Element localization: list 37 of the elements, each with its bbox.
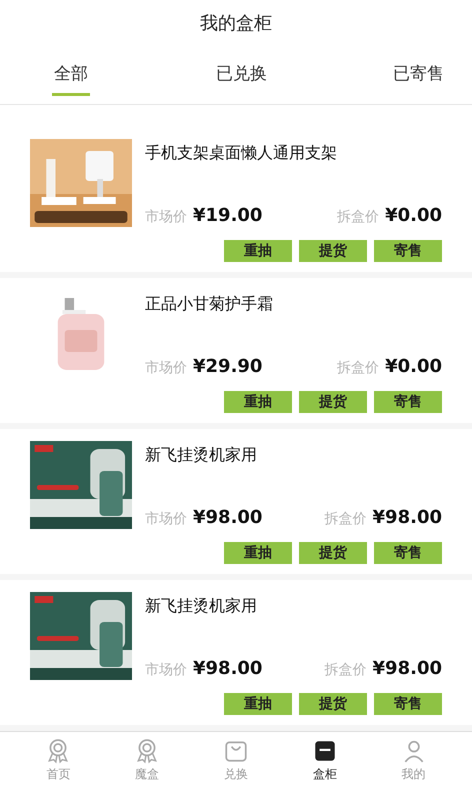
action-button[interactable]: 提货 xyxy=(299,693,367,715)
action-button[interactable]: 寄售 xyxy=(374,391,442,413)
filter-tab[interactable]: 已寄售 xyxy=(393,46,444,104)
market-price: ¥19.00 xyxy=(193,205,262,226)
page-title: 我的盒柜 xyxy=(200,12,272,35)
box-price: ¥0.00 xyxy=(385,356,442,377)
action-button[interactable]: 重抽 xyxy=(224,391,292,413)
action-button[interactable]: 重抽 xyxy=(224,240,292,262)
box-price-label: 拆盒价 xyxy=(337,359,380,377)
market-price-label: 市场价 xyxy=(145,510,187,528)
action-button[interactable]: 提货 xyxy=(299,240,367,262)
product-name: 新飞挂烫机家用 xyxy=(145,596,258,617)
action-button[interactable]: 寄售 xyxy=(374,693,442,715)
nav-tab[interactable]: 盒柜 xyxy=(294,738,355,792)
product-name: 新飞挂烫机家用 xyxy=(145,445,258,466)
action-button[interactable]: 提货 xyxy=(299,542,367,564)
market-price-label: 市场价 xyxy=(145,661,187,679)
action-button[interactable]: 重抽 xyxy=(224,542,292,564)
product-name: 手机支架桌面懒人通用支架 xyxy=(145,143,338,164)
product-name: 正品小甘菊护手霜 xyxy=(145,294,274,315)
action-button[interactable]: 寄售 xyxy=(374,542,442,564)
market-price: ¥98.00 xyxy=(193,507,262,528)
market-price-label: 市场价 xyxy=(145,208,187,226)
filter-tab[interactable]: 全部 xyxy=(52,46,90,104)
box-price: ¥0.00 xyxy=(385,205,442,226)
market-price-label: 市场价 xyxy=(145,359,187,377)
box-price-label: 拆盒价 xyxy=(324,661,367,679)
box-price-label: 拆盒价 xyxy=(324,510,367,528)
action-button[interactable]: 重抽 xyxy=(224,693,292,715)
market-price: ¥29.90 xyxy=(193,356,262,377)
box-price-label: 拆盒价 xyxy=(337,208,380,226)
box-price: ¥98.00 xyxy=(372,658,442,679)
action-button[interactable]: 提货 xyxy=(299,391,367,413)
filter-tab[interactable]: 已兑换 xyxy=(216,46,267,104)
market-price: ¥98.00 xyxy=(193,658,262,679)
action-button[interactable]: 寄售 xyxy=(374,240,442,262)
box-price: ¥98.00 xyxy=(372,507,442,528)
